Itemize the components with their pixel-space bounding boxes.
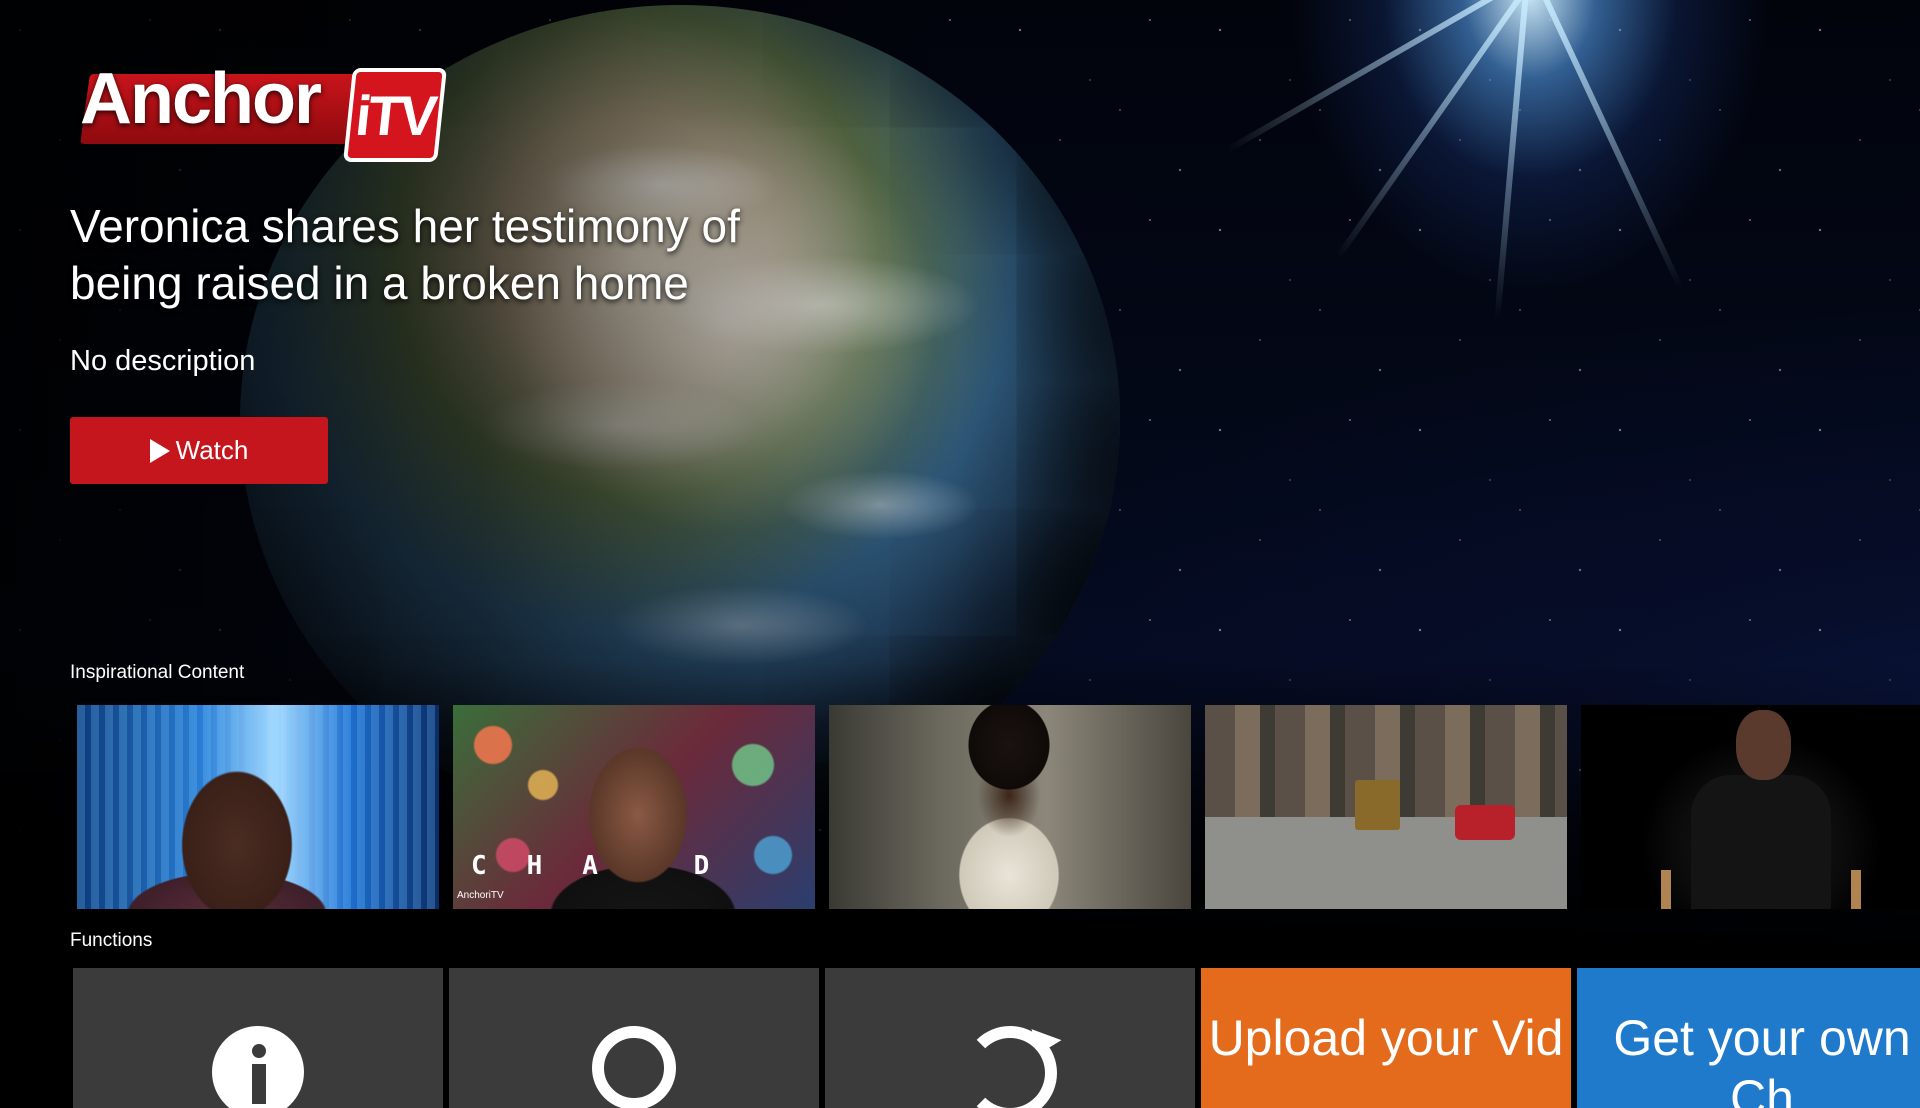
thumbnail-logo: AnchoriTV bbox=[457, 890, 504, 901]
info-tile[interactable] bbox=[73, 968, 443, 1108]
logo-word: Anchor bbox=[80, 59, 322, 139]
thumbnail-overlay-text: CHA D bbox=[471, 851, 750, 881]
play-icon bbox=[149, 438, 170, 463]
chair-leg bbox=[1661, 870, 1671, 909]
cable-car bbox=[1355, 780, 1400, 830]
video-thumbnail[interactable] bbox=[829, 705, 1191, 909]
speaker-head bbox=[1736, 710, 1791, 780]
video-thumbnail[interactable] bbox=[1205, 705, 1567, 909]
row-title-functions: Functions bbox=[70, 930, 153, 951]
speaker-body bbox=[1691, 775, 1831, 909]
info-icon bbox=[212, 1026, 304, 1108]
upload-video-tile[interactable]: Upload your Vid bbox=[1201, 968, 1571, 1108]
search-icon bbox=[592, 1026, 676, 1108]
get-channel-text: Get your own Ch bbox=[1613, 1010, 1911, 1108]
refresh-tile[interactable] bbox=[825, 968, 1195, 1108]
logo-badge: iTV bbox=[343, 68, 447, 162]
functions-row: Upload your Vid Get your own Ch bbox=[73, 968, 1920, 1108]
watch-label: Watch bbox=[175, 435, 249, 465]
chair-leg bbox=[1851, 870, 1861, 909]
hero-description: No description bbox=[70, 345, 256, 377]
video-thumbnail[interactable] bbox=[77, 705, 439, 909]
upload-video-text: Upload your Vid bbox=[1208, 1010, 1564, 1066]
inspirational-row: CHA D AnchoriTV bbox=[77, 705, 1920, 909]
hero-title: Veronica shares her testimony of being r… bbox=[70, 200, 740, 309]
watch-button[interactable]: Watch bbox=[70, 417, 328, 484]
hero-background bbox=[0, 0, 1920, 1080]
refresh-icon bbox=[963, 1026, 1062, 1108]
anchor-itv-logo: Anchor iTV bbox=[80, 59, 447, 162]
video-thumbnail[interactable] bbox=[1581, 705, 1920, 909]
row-title-inspirational: Inspirational Content bbox=[70, 662, 245, 683]
video-thumbnail[interactable]: CHA D AnchoriTV bbox=[453, 705, 815, 909]
get-channel-tile[interactable]: Get your own Ch bbox=[1577, 968, 1920, 1108]
red-car bbox=[1455, 805, 1515, 840]
search-tile[interactable] bbox=[449, 968, 819, 1108]
